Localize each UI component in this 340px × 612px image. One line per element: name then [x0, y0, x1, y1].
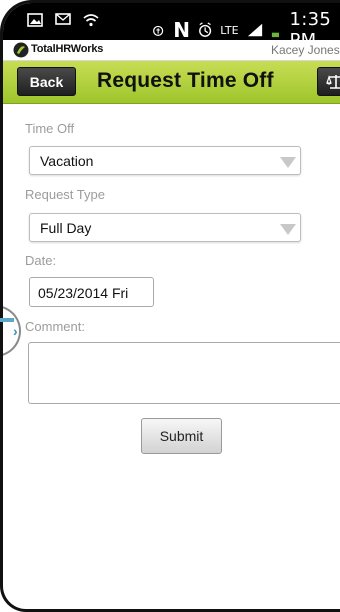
request-type-value: Full Day — [40, 220, 92, 236]
date-label: Date: — [25, 253, 57, 268]
battery-icon — [271, 32, 279, 38]
comment-textarea[interactable] — [28, 342, 340, 404]
chevron-down-icon — [280, 224, 296, 235]
back-button[interactable]: Back — [17, 67, 76, 96]
notification-icons — [27, 13, 99, 27]
wifi-icon — [83, 14, 99, 27]
network-type: LTE — [220, 23, 239, 37]
date-field[interactable]: 05/23/2014 Fri — [29, 277, 154, 307]
alarm-icon — [199, 22, 212, 37]
time-off-label: Time Off — [25, 121, 75, 136]
drawer-accent-line — [0, 318, 14, 322]
brand-name: TotalHRWorks — [31, 43, 104, 55]
app-header: TotalHRWorks Kacey Jones — [3, 40, 340, 61]
vibrate-icon — [153, 25, 164, 36]
chevron-right-icon: › — [13, 323, 18, 339]
logo-icon — [13, 42, 29, 58]
request-type-select[interactable]: Full Day — [29, 213, 301, 242]
balance-button[interactable] — [317, 67, 340, 96]
gallery-icon — [27, 13, 43, 27]
user-name: Kacey Jones — [271, 43, 340, 57]
request-type-label: Request Type — [25, 187, 105, 202]
phone-frame: N LTE 1:35 PM TotalHRWorks Kacey Jones B — [0, 0, 340, 612]
message-icon — [55, 13, 71, 25]
time-off-select[interactable]: Vacation — [29, 146, 301, 175]
submit-button[interactable]: Submit — [141, 418, 222, 454]
chevron-down-icon — [280, 157, 296, 168]
status-bar: N LTE 1:35 PM — [3, 3, 340, 51]
time-off-value: Vacation — [40, 153, 94, 169]
page-title: Request Time Off — [97, 69, 274, 92]
nfc-badge: N — [173, 18, 190, 42]
nav-bar: Back Request Time Off — [3, 61, 340, 104]
comment-label: Comment: — [25, 319, 85, 334]
scale-icon — [326, 74, 340, 89]
signal-icon — [247, 23, 262, 37]
